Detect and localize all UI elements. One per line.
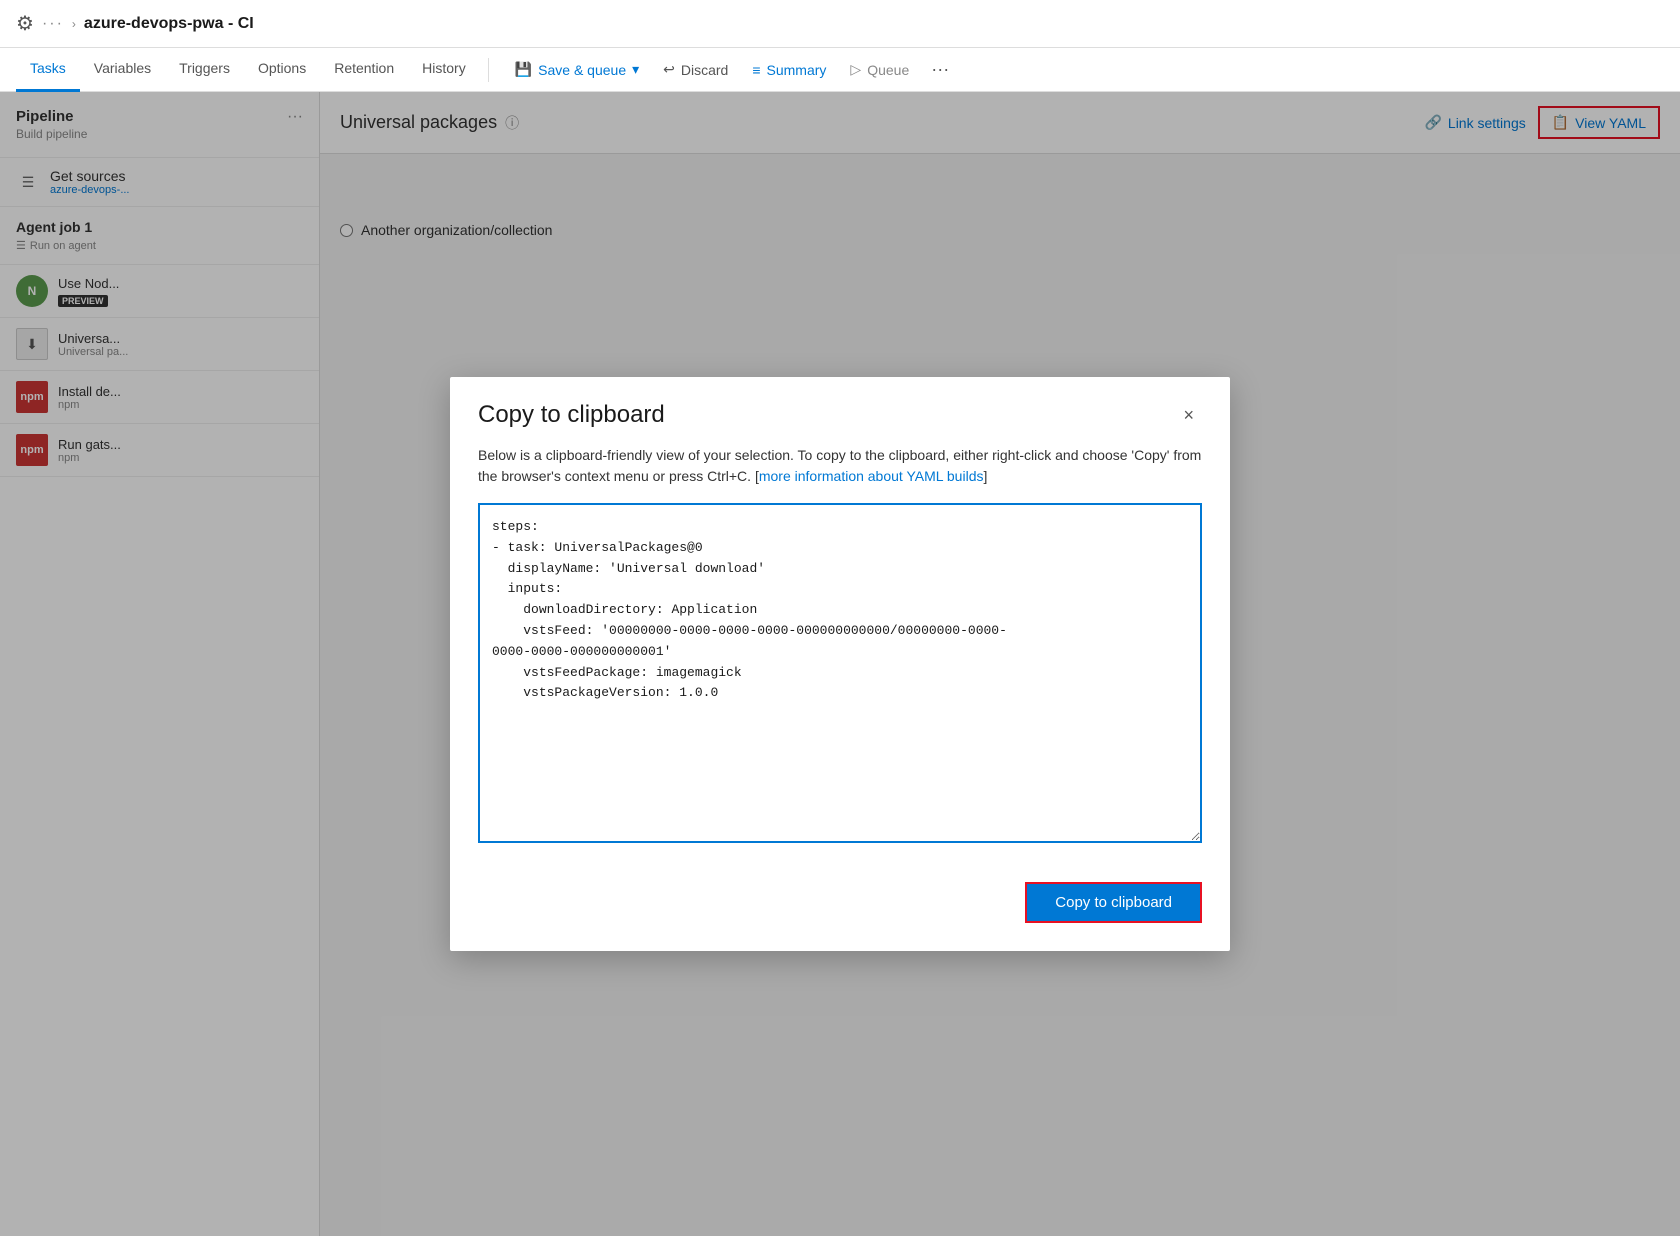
page-title: azure-devops-pwa - CI — [84, 15, 254, 33]
nav-divider — [488, 58, 489, 82]
modal-body: Below is a clipboard-friendly view of yo… — [450, 445, 1230, 866]
breadcrumb-dots[interactable]: ··· — [42, 15, 64, 33]
tab-retention[interactable]: Retention — [320, 48, 408, 92]
dropdown-chevron-icon: ▾ — [632, 61, 639, 78]
more-info-link[interactable]: more information about YAML builds — [759, 468, 984, 484]
modal-close-button[interactable]: × — [1175, 402, 1202, 428]
app-icon: ⚙ — [16, 11, 34, 36]
tab-tasks[interactable]: Tasks — [16, 48, 80, 92]
nav-tabs: Tasks Variables Triggers Options Retenti… — [0, 48, 1680, 92]
save-queue-button[interactable]: 💾 Save & queue ▾ — [505, 55, 649, 84]
breadcrumb-chevron: › — [72, 17, 76, 31]
nav-actions: 💾 Save & queue ▾ ↩ Discard ≡ Summary ▷ Q… — [505, 55, 958, 84]
main-content: Pipeline Build pipeline ··· ☰ Get source… — [0, 92, 1680, 1236]
tab-history[interactable]: History — [408, 48, 480, 92]
tab-triggers[interactable]: Triggers — [165, 48, 244, 92]
tab-options[interactable]: Options — [244, 48, 320, 92]
modal-description: Below is a clipboard-friendly view of yo… — [478, 445, 1202, 487]
discard-button[interactable]: ↩ Discard — [653, 55, 738, 84]
copy-to-clipboard-modal: Copy to clipboard × Below is a clipboard… — [450, 377, 1230, 951]
more-button[interactable]: ··· — [923, 59, 957, 80]
summary-button[interactable]: ≡ Summary — [742, 56, 836, 84]
save-icon: 💾 — [515, 61, 532, 78]
tab-variables[interactable]: Variables — [80, 48, 165, 92]
discard-icon: ↩ — [663, 61, 675, 78]
queue-icon: ▷ — [850, 61, 861, 78]
copy-clipboard-button[interactable]: Copy to clipboard — [1025, 882, 1202, 923]
modal-header: Copy to clipboard × — [450, 377, 1230, 445]
modal-footer: Copy to clipboard — [450, 866, 1230, 951]
queue-button[interactable]: ▷ Queue — [840, 55, 919, 84]
top-bar: ⚙ ··· › azure-devops-pwa - CI — [0, 0, 1680, 48]
modal-title: Copy to clipboard — [478, 401, 665, 429]
yaml-content-textarea[interactable] — [478, 503, 1202, 843]
summary-icon: ≡ — [752, 62, 760, 78]
modal-overlay: Copy to clipboard × Below is a clipboard… — [0, 92, 1680, 1236]
